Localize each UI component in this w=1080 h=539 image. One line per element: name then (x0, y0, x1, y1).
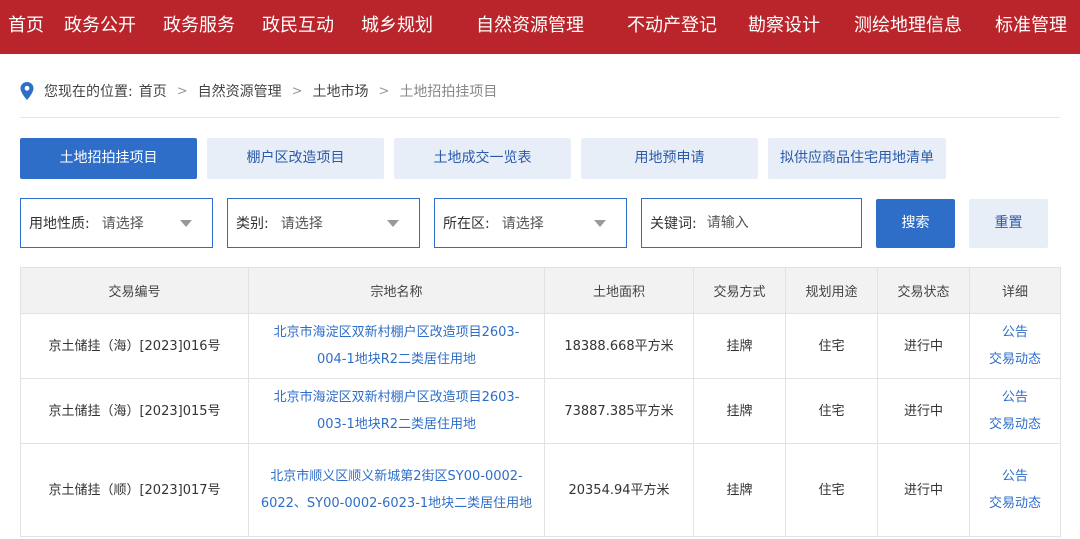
cell-transaction-method: 挂牌 (693, 443, 786, 537)
cell-planned-use: 住宅 (785, 378, 878, 444)
cell-detail-links: 公告 交易动态 (969, 378, 1061, 444)
column-header-status: 交易状态 (877, 267, 970, 314)
top-navigation: 首页 政务公开 政务服务 政民互动 城乡规划 自然资源管理 不动产登记 勘察设计… (0, 0, 1080, 54)
cell-transaction-status: 进行中 (877, 443, 970, 537)
cell-land-area: 73887.385平方米 (544, 378, 694, 444)
nav-item-geo-info[interactable]: 测绘地理信息 (854, 0, 962, 54)
nav-item-standards[interactable]: 标准管理 (995, 0, 1067, 54)
column-header-id: 交易编号 (20, 267, 249, 314)
cell-transaction-method: 挂牌 (693, 313, 786, 379)
breadcrumb-separator: > (176, 83, 188, 99)
results-table: 交易编号 宗地名称 土地面积 交易方式 规划用途 交易状态 详细 京土储挂（海）… (20, 267, 1061, 537)
chevron-down-icon (594, 220, 606, 227)
chevron-down-icon (180, 220, 192, 227)
category-value: 请选择 (280, 216, 323, 232)
breadcrumb-natural-resources[interactable]: 自然资源管理 (198, 81, 282, 101)
divider (20, 117, 1060, 118)
column-header-area: 土地面积 (544, 267, 694, 314)
nav-item-gov-services[interactable]: 政务服务 (163, 0, 235, 54)
tab-residential-land-supply[interactable]: 拟供应商品住宅用地清单 (768, 138, 946, 179)
breadcrumb-prefix: 您现在的位置: (44, 84, 133, 100)
category-select[interactable]: 类别: 请选择 (227, 198, 420, 248)
tab-land-auction-projects[interactable]: 土地招拍挂项目 (20, 138, 197, 179)
announcement-link[interactable]: 公告 (980, 384, 1050, 411)
nav-item-interaction[interactable]: 政民互动 (262, 0, 334, 54)
breadcrumb-current-page: 土地招拍挂项目 (399, 84, 498, 100)
cell-detail-links: 公告 交易动态 (969, 313, 1061, 379)
announcement-link[interactable]: 公告 (980, 319, 1050, 346)
cell-land-area: 20354.94平方米 (544, 443, 694, 537)
transaction-updates-link[interactable]: 交易动态 (980, 411, 1050, 438)
land-use-select[interactable]: 用地性质: 请选择 (20, 198, 213, 248)
keyword-label: 关键词: (650, 216, 697, 232)
cell-detail-links: 公告 交易动态 (969, 443, 1061, 537)
keyword-input[interactable] (706, 215, 847, 231)
breadcrumb-separator: > (378, 83, 390, 99)
table-row: 京土储挂（海）[2023]016号 北京市海淀区双新村棚户区改造项目2603-0… (20, 313, 1061, 379)
breadcrumb: 您现在的位置: 首页 > 自然资源管理 > 土地市场 > 土地招拍挂项目 (20, 80, 497, 102)
district-value: 请选择 (501, 216, 544, 232)
column-header-use: 规划用途 (785, 267, 878, 314)
column-header-detail: 详细 (969, 267, 1061, 314)
transaction-updates-link[interactable]: 交易动态 (980, 490, 1050, 517)
category-label: 类别: (236, 216, 269, 232)
nav-item-urban-planning[interactable]: 城乡规划 (361, 0, 433, 54)
cell-transaction-method: 挂牌 (693, 378, 786, 444)
cell-transaction-status: 进行中 (877, 378, 970, 444)
cell-transaction-status: 进行中 (877, 313, 970, 379)
transaction-updates-link[interactable]: 交易动态 (980, 346, 1050, 373)
reset-button[interactable]: 重置 (969, 199, 1048, 248)
breadcrumb-separator: > (291, 83, 303, 99)
breadcrumb-land-market[interactable]: 土地市场 (313, 81, 369, 101)
nav-item-gov-affairs[interactable]: 政务公开 (64, 0, 136, 54)
chevron-down-icon (387, 220, 399, 227)
cell-land-area: 18388.668平方米 (544, 313, 694, 379)
announcement-link[interactable]: 公告 (980, 463, 1050, 490)
tab-shantytown-renovation[interactable]: 棚户区改造项目 (207, 138, 384, 179)
district-label: 所在区: (443, 216, 490, 232)
cell-planned-use: 住宅 (785, 313, 878, 379)
cell-parcel-name-link[interactable]: 北京市海淀区双新村棚户区改造项目2603-004-1地块R2二类居住用地 (248, 313, 545, 379)
land-use-label: 用地性质: (29, 216, 90, 232)
tab-land-transaction-list[interactable]: 土地成交一览表 (394, 138, 571, 179)
land-use-value: 请选择 (101, 216, 144, 232)
cell-parcel-name-link[interactable]: 北京市顺义区顺义新城第2街区SY00-0002-6022、SY00-0002-6… (248, 443, 545, 537)
location-pin-icon (20, 82, 34, 100)
column-header-method: 交易方式 (693, 267, 786, 314)
nav-item-natural-resources[interactable]: 自然资源管理 (476, 0, 584, 54)
nav-item-home[interactable]: 首页 (8, 0, 44, 54)
keyword-field: 关键词: (641, 198, 862, 248)
cell-transaction-id: 京土储挂（海）[2023]015号 (20, 378, 249, 444)
nav-item-survey-design[interactable]: 勘察设计 (748, 0, 820, 54)
cell-planned-use: 住宅 (785, 443, 878, 537)
search-button[interactable]: 搜索 (876, 199, 955, 248)
table-row: 京土储挂（海）[2023]015号 北京市海淀区双新村棚户区改造项目2603-0… (20, 378, 1061, 444)
cell-transaction-id: 京土储挂（海）[2023]016号 (20, 313, 249, 379)
cell-parcel-name-link[interactable]: 北京市海淀区双新村棚户区改造项目2603-003-1地块R2二类居住用地 (248, 378, 545, 444)
column-header-name: 宗地名称 (248, 267, 545, 314)
table-row: 京土储挂（顺）[2023]017号 北京市顺义区顺义新城第2街区SY00-000… (20, 443, 1061, 537)
nav-item-real-estate-registry[interactable]: 不动产登记 (627, 0, 717, 54)
table-header-row: 交易编号 宗地名称 土地面积 交易方式 规划用途 交易状态 详细 (20, 267, 1061, 314)
tab-land-pre-application[interactable]: 用地预申请 (581, 138, 758, 179)
breadcrumb-home[interactable]: 首页 (139, 81, 167, 101)
cell-transaction-id: 京土储挂（顺）[2023]017号 (20, 443, 249, 537)
district-select[interactable]: 所在区: 请选择 (434, 198, 627, 248)
